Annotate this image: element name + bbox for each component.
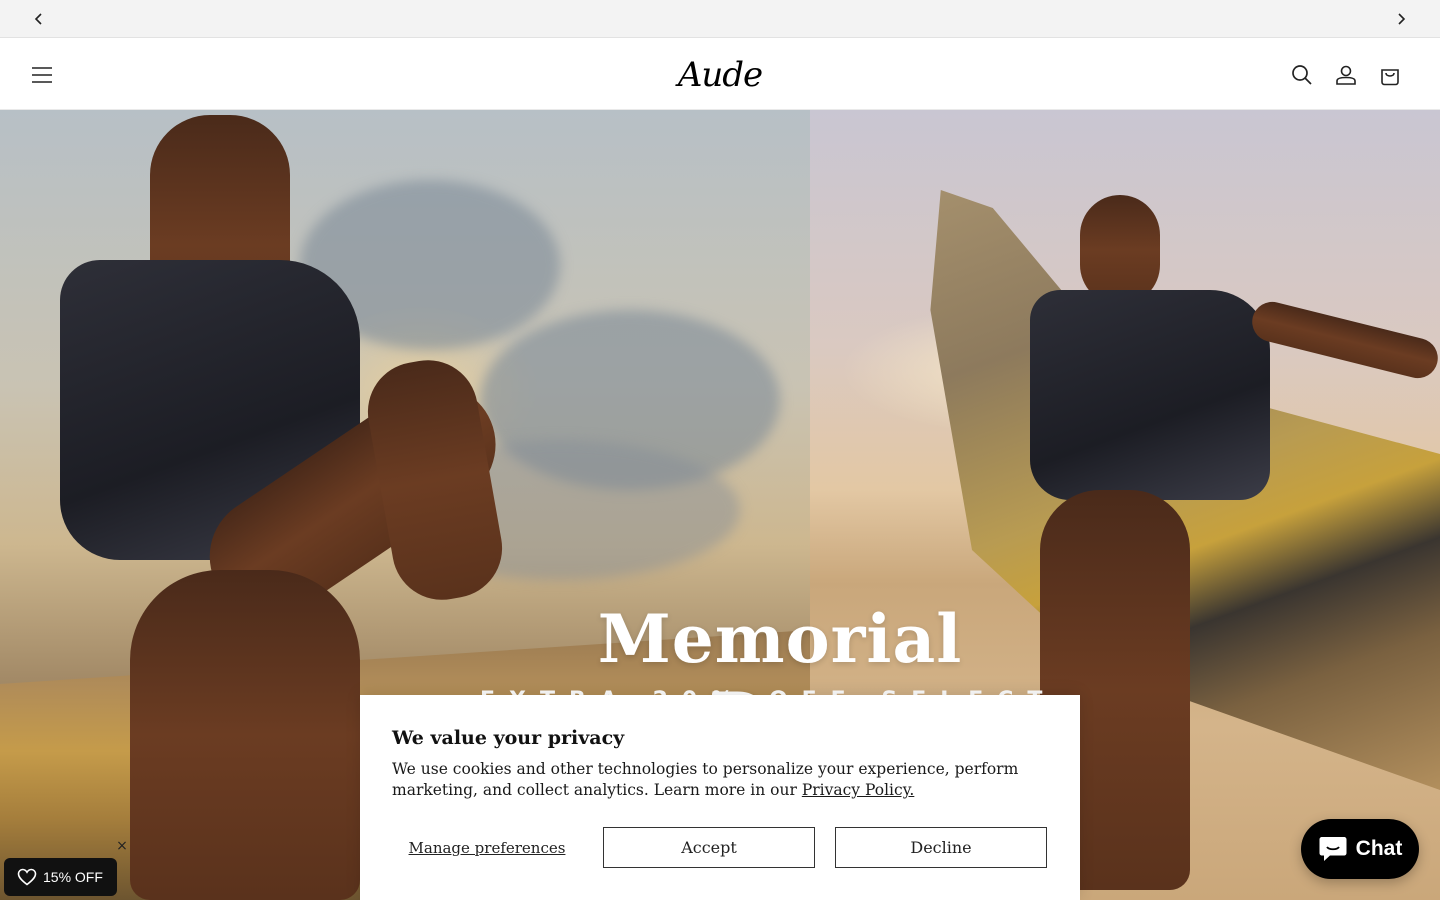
cookie-banner-title: We value your privacy <box>392 727 625 749</box>
model-right-head <box>1080 195 1160 305</box>
account-button[interactable] <box>1330 59 1362 91</box>
model-right-arm <box>1247 297 1440 383</box>
announcement-next-button[interactable] <box>1391 9 1411 29</box>
announcement-prev-button[interactable] <box>29 9 49 29</box>
manage-preferences-button[interactable]: Manage preferences <box>392 827 582 868</box>
heart-icon <box>17 868 37 886</box>
model-right-shirt <box>1030 290 1270 500</box>
discount-badge[interactable]: 15% OFF <box>4 858 117 896</box>
accept-button[interactable]: Accept <box>603 827 815 868</box>
decline-button[interactable]: Decline <box>835 827 1047 868</box>
cookie-consent-banner: We value your privacy We use cookies and… <box>360 695 1080 900</box>
model-left-thigh <box>130 570 360 900</box>
chevron-left-icon <box>34 13 42 25</box>
search-icon <box>1292 65 1312 85</box>
search-button[interactable] <box>1286 59 1318 91</box>
cookie-banner-body: We use cookies and other technologies to… <box>392 760 1019 799</box>
chevron-right-icon <box>1398 13 1406 25</box>
chat-bubble-icon <box>1319 837 1347 861</box>
chat-button[interactable]: Chat <box>1301 819 1419 879</box>
cookie-button-row: Manage preferences Accept Decline <box>392 827 1048 868</box>
store-logo[interactable]: Aude <box>668 51 772 99</box>
bag-icon <box>1381 69 1399 86</box>
privacy-policy-link[interactable]: Privacy Policy. <box>802 781 915 799</box>
announcement-bar <box>0 0 1440 38</box>
discount-label: 15% OFF <box>43 869 103 885</box>
cookie-banner-text: We use cookies and other technologies to… <box>392 759 1052 801</box>
chat-label: Chat <box>1355 837 1403 860</box>
hamburger-icon <box>32 67 52 83</box>
cart-button[interactable] <box>1374 59 1406 91</box>
discount-close-button[interactable]: × <box>113 837 131 855</box>
user-icon <box>1336 65 1356 85</box>
menu-button[interactable] <box>26 59 58 91</box>
site-header: Aude <box>0 39 1440 110</box>
